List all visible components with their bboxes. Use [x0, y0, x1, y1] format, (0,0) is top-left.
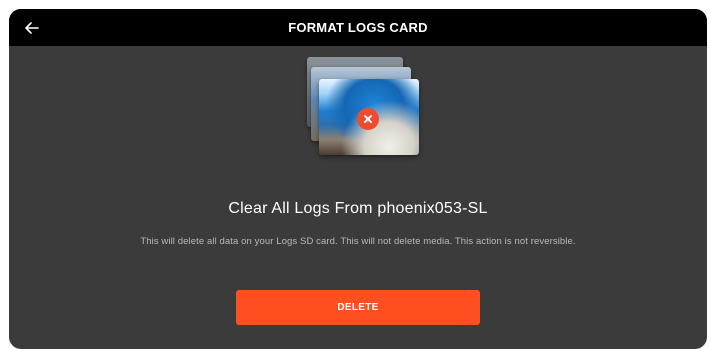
- close-icon: [357, 108, 379, 130]
- photo-stack-icon: [297, 57, 423, 155]
- back-button[interactable]: [21, 17, 43, 39]
- header-bar: FORMAT LOGS CARD: [9, 9, 707, 46]
- page-title: FORMAT LOGS CARD: [288, 20, 428, 35]
- confirm-description: This will delete all data on your Logs S…: [140, 236, 576, 247]
- arrow-left-icon: [25, 22, 39, 34]
- delete-button[interactable]: DELETE: [236, 290, 480, 325]
- confirm-heading: Clear All Logs From phoenix053-SL: [228, 200, 488, 217]
- format-logs-screen: FORMAT LOGS CARD Clear All Logs From pho…: [9, 9, 707, 349]
